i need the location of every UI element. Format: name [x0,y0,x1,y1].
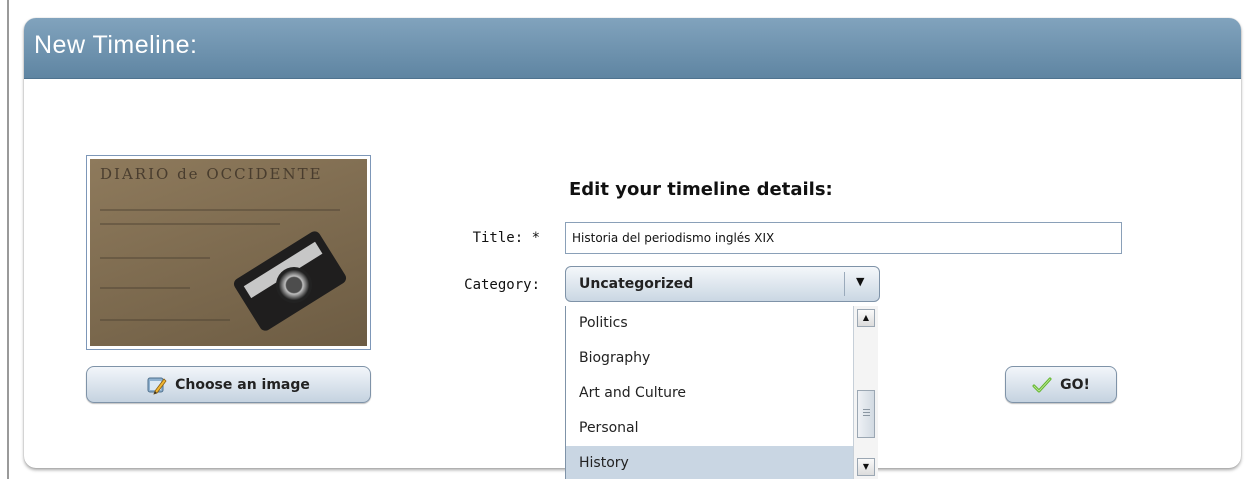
thumb-grip-line [863,412,870,413]
category-select[interactable]: Uncategorized ▼ [565,266,880,302]
image-text-line [100,257,210,259]
thumb-grip-line [863,415,870,416]
dropdown-scrollbar[interactable]: ▲ ▼ [853,306,878,479]
title-input[interactable] [565,222,1122,254]
category-option-personal[interactable]: Personal [566,411,853,446]
go-button[interactable]: GO! [1005,366,1117,403]
edit-details-heading: Edit your timeline details: [569,179,833,200]
panel-title: New Timeline: [34,31,198,59]
category-option-biography[interactable]: Biography [566,341,853,376]
category-dropdown-list: Politics Biography Art and Culture Perso… [565,306,878,479]
image-text-line [100,287,190,289]
page-left-rule [7,0,9,479]
category-option-history[interactable]: History [566,446,853,479]
category-label: Category: [464,277,540,293]
category-option-politics[interactable]: Politics [566,306,853,341]
timeline-image: DIARIO de OCCIDENTE [90,159,367,346]
category-option-art-and-culture[interactable]: Art and Culture [566,376,853,411]
image-text-line [100,209,340,211]
chevron-down-icon[interactable]: ▼ [856,275,864,288]
checkmark-icon [1032,375,1052,395]
choose-image-label: Choose an image [175,376,310,393]
image-text-line [100,319,230,321]
scroll-up-icon[interactable]: ▲ [857,309,875,327]
panel-header: New Timeline: [24,18,1241,79]
image-text-line [100,223,280,225]
title-label: Title: * [472,230,540,246]
choose-image-button[interactable]: Choose an image [86,366,371,403]
timeline-image-frame: DIARIO de OCCIDENTE [86,155,371,350]
image-camera-lens [276,267,312,303]
category-selected-value: Uncategorized [579,276,694,292]
go-label: GO! [1060,376,1090,393]
image-newspaper-headline: DIARIO de OCCIDENTE [100,165,323,183]
thumb-grip-line [863,409,870,410]
edit-image-icon [147,375,167,395]
scroll-down-icon[interactable]: ▼ [857,458,875,476]
scrollbar-thumb[interactable] [857,390,875,438]
select-divider [844,272,845,296]
